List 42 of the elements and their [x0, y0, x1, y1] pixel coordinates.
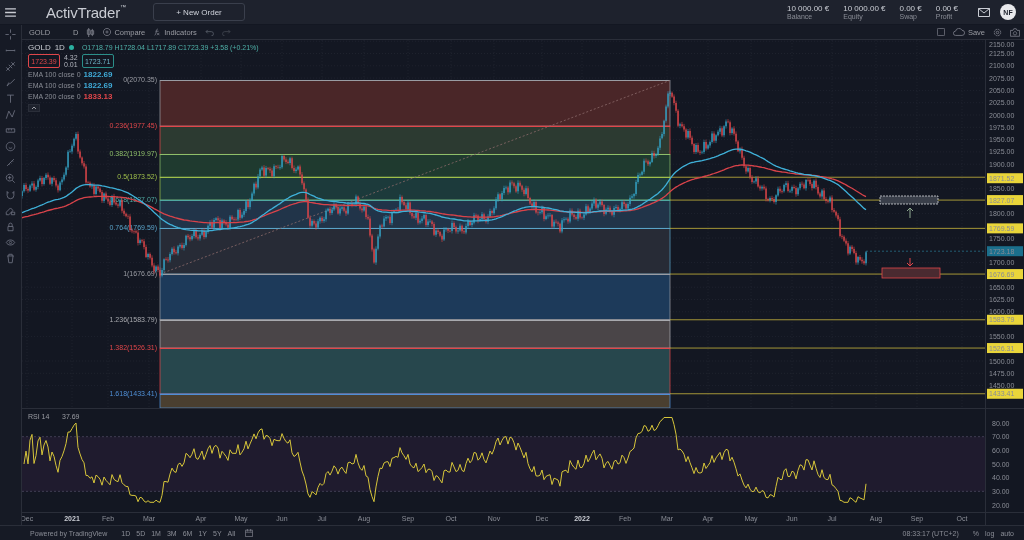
- undo-icon[interactable]: [204, 28, 214, 36]
- study-value: 1833.13: [83, 92, 113, 101]
- account-value: 10 000.00 €: [843, 4, 886, 13]
- lock-icon[interactable]: [5, 221, 16, 232]
- account-value: 0.00 €: [899, 4, 922, 13]
- interval-title: 1D: [54, 43, 65, 52]
- target-zone: [881, 267, 941, 279]
- magnet-icon[interactable]: [5, 189, 16, 200]
- function-icon: [153, 28, 162, 36]
- logo: ActivTrader: [46, 3, 120, 21]
- zoom-icon[interactable]: [5, 173, 16, 184]
- pitchfork-icon[interactable]: [5, 61, 16, 72]
- candles-icon[interactable]: [86, 27, 96, 37]
- fullscreen-icon[interactable]: [936, 28, 945, 36]
- settings-icon[interactable]: [993, 27, 1002, 37]
- new-order-button[interactable]: + New Order: [153, 3, 245, 21]
- mail-icon[interactable]: [978, 7, 990, 17]
- study-value: 1822.69: [83, 70, 113, 79]
- menu-icon[interactable]: [5, 7, 16, 17]
- crosshair-icon[interactable]: [5, 29, 16, 40]
- study-value: 1822.69: [83, 81, 113, 90]
- camera-icon[interactable]: [1010, 27, 1020, 37]
- account-value: 10 000.00 €: [786, 4, 830, 13]
- symbol-title: GOLD: [28, 43, 51, 52]
- cloud-icon: [952, 28, 965, 36]
- target-zone: [879, 195, 939, 205]
- pattern-icon[interactable]: [5, 109, 16, 120]
- text-tool-icon[interactable]: [5, 93, 16, 104]
- pencil-lock-icon[interactable]: [5, 205, 16, 216]
- collapse-icon[interactable]: [28, 104, 40, 112]
- trash-icon[interactable]: [5, 253, 16, 264]
- brush-icon[interactable]: [5, 77, 16, 88]
- down-arrow-icon: [906, 257, 914, 267]
- calendar-icon[interactable]: [245, 529, 254, 537]
- up-arrow-icon: [906, 207, 914, 219]
- account-value: 0.00 €: [935, 4, 958, 13]
- ruler-icon[interactable]: [5, 125, 16, 136]
- measure-icon[interactable]: [5, 157, 16, 168]
- status-dot: [68, 45, 74, 50]
- smiley-icon[interactable]: [5, 141, 16, 152]
- eye-icon[interactable]: [5, 237, 16, 248]
- redo-icon[interactable]: [221, 28, 231, 36]
